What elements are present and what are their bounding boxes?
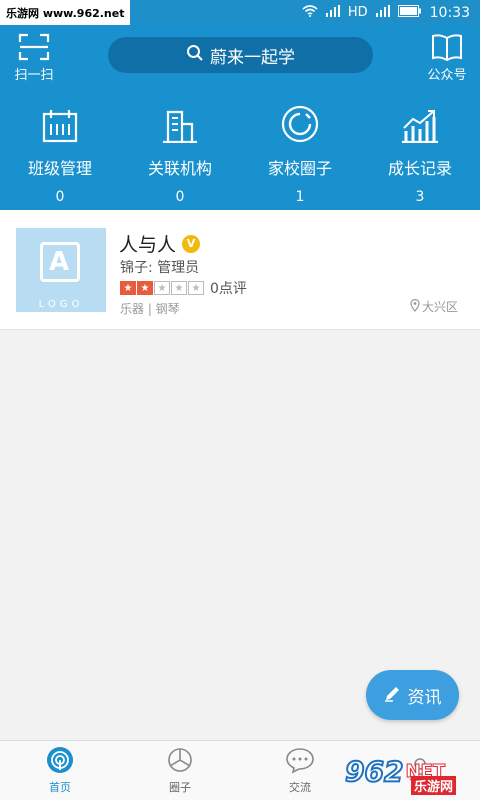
feature-count: 3	[415, 189, 425, 205]
watermark-top: 乐游网 www.962.net	[0, 0, 131, 25]
circle-icon	[240, 103, 360, 143]
feature-count: 0	[55, 189, 65, 205]
tab-home[interactable]: 首页	[0, 741, 120, 800]
org-logo: A LOGO	[16, 228, 106, 312]
star-icon: ★	[171, 281, 187, 295]
signal-icon	[325, 4, 340, 21]
news-fab-label: 资讯	[407, 687, 442, 708]
tab-label: 交流	[289, 781, 311, 794]
watermark-sub: 乐游网	[411, 776, 457, 795]
public-account-label: 公众号	[427, 68, 467, 83]
news-fab-button[interactable]: 资讯	[366, 670, 459, 720]
feature-count: 1	[295, 189, 305, 205]
feature-name: 成长记录	[387, 159, 452, 178]
feature-name: 家校圈子	[267, 159, 332, 178]
logo-book-icon: A	[40, 242, 80, 282]
logo-text: LOGO	[38, 299, 84, 310]
chat-icon	[285, 746, 315, 777]
battery-icon	[397, 4, 422, 21]
district-name: 大兴区	[422, 300, 459, 314]
scan-button[interactable]: 扫一扫	[10, 33, 58, 83]
status-icons: HD 10:33	[302, 4, 470, 21]
signal-icon-2	[375, 4, 390, 21]
tab-chat[interactable]: 交流	[240, 741, 360, 800]
wifi-icon	[302, 4, 318, 21]
circle-group-icon	[166, 746, 194, 777]
org-name-row: 人与人 V	[119, 230, 201, 257]
feature-count: 0	[175, 189, 185, 205]
org-name: 人与人	[119, 234, 177, 256]
header: 扫一扫 蔚来一起学 公众号 班级管理 0 关联机构 0 家校圈子 1 成长记录 …	[0, 25, 480, 210]
org-tags: 乐器 | 钢琴	[120, 302, 180, 316]
logo-letter: A	[49, 247, 70, 277]
tab-label: 圈子	[169, 781, 191, 794]
building-icon	[120, 103, 240, 143]
feature-class-management[interactable]: 班级管理 0	[0, 103, 120, 205]
calendar-icon	[0, 103, 120, 143]
rating-stars: ★ ★ ★ ★ ★	[120, 281, 204, 295]
org-admin: 锦子: 管理员	[120, 260, 200, 276]
location-pin-icon	[410, 298, 420, 315]
star-icon: ★	[188, 281, 204, 295]
watermark-bottom: 962 NET 乐游网	[344, 748, 475, 795]
search-icon	[186, 44, 204, 67]
search-bar[interactable]: 蔚来一起学	[108, 37, 373, 73]
watermark-number: 962	[344, 754, 404, 789]
feature-growth-record[interactable]: 成长记录 3	[360, 103, 480, 205]
feature-name: 关联机构	[147, 159, 212, 178]
tab-circle[interactable]: 圈子	[120, 741, 240, 800]
verified-badge-icon: V	[182, 234, 201, 253]
feature-home-school-circle[interactable]: 家校圈子 1	[240, 103, 360, 205]
growth-chart-icon	[360, 103, 480, 143]
star-icon: ★	[137, 281, 153, 295]
public-account-button[interactable]: 公众号	[420, 33, 474, 83]
star-icon: ★	[154, 281, 170, 295]
network-type: HD	[347, 5, 368, 20]
star-icon: ★	[120, 281, 136, 295]
book-icon	[420, 33, 474, 61]
pencil-icon	[384, 684, 402, 707]
feature-name: 班级管理	[27, 159, 92, 178]
status-time: 10:33	[429, 4, 470, 21]
org-card[interactable]: A LOGO 人与人 V 锦子: 管理员 ★ ★ ★ ★ ★ 0点评 乐器 | 钢琴 大…	[0, 210, 480, 330]
rating-row: ★ ★ ★ ★ ★ 0点评	[120, 278, 247, 298]
feature-grid: 班级管理 0 关联机构 0 家校圈子 1 成长记录 3	[0, 103, 480, 205]
scan-label: 扫一扫	[14, 68, 54, 83]
tab-label: 首页	[49, 781, 71, 794]
feature-linked-org[interactable]: 关联机构 0	[120, 103, 240, 205]
search-text: 蔚来一起学	[210, 47, 295, 68]
scan-icon	[10, 33, 58, 61]
org-location: 大兴区	[410, 298, 458, 315]
review-count: 0点评	[210, 281, 247, 297]
home-icon	[46, 746, 74, 777]
